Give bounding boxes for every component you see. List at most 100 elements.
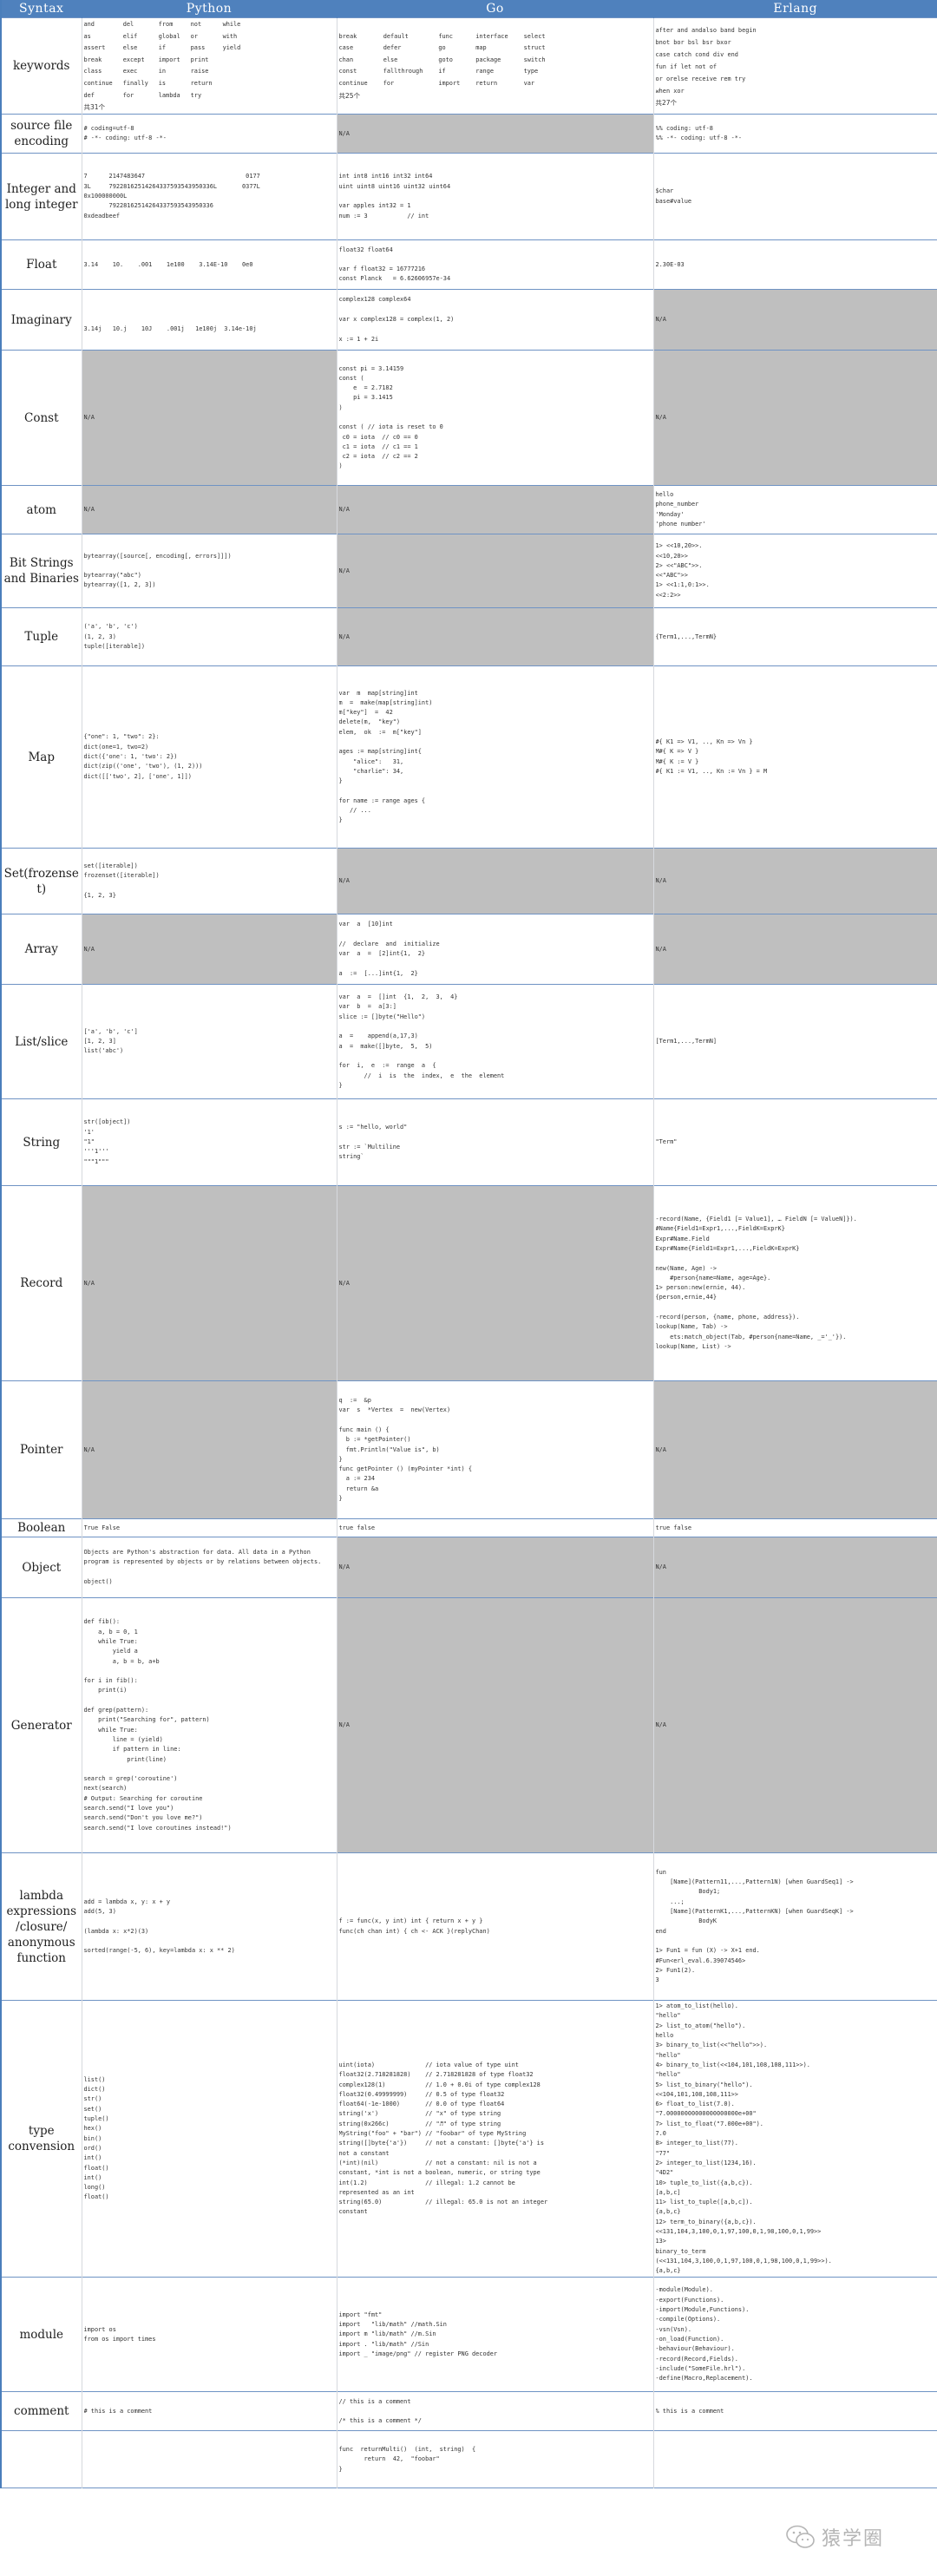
erlang-code: hello phone_number 'Monday' 'phone numbe… (655, 491, 706, 528)
python-cell: def fib(): a, b = 0, 1 while True: yield… (81, 1597, 337, 1853)
python-cell: N/A (81, 1185, 337, 1381)
erlang-code: N/A (655, 877, 666, 884)
python-code: N/A (83, 945, 95, 953)
go-code: // this is a comment /* this is a commen… (338, 2397, 422, 2425)
keyword: continue (83, 79, 113, 87)
erlang-cell: 1> <<10,20>>. <<10,20>> 2> <<"ABC">>. <<… (652, 534, 937, 608)
python-code: bytearray([source[, encoding[, errors]]]… (83, 552, 232, 589)
keyword: break (83, 56, 102, 63)
go-code: var a [10]int // declare and initialize … (338, 921, 440, 977)
keyword: switch (523, 56, 546, 63)
python-cell: N/A (81, 1380, 337, 1519)
keyword: import (438, 79, 461, 87)
row-object: Object Objects are Python's abstraction f… (1, 1537, 937, 1598)
row-atom: atom N/A N/A hello phone_number 'Monday' 'p… (1, 485, 937, 534)
keyword: def (83, 91, 95, 99)
keyword: and (83, 21, 95, 28)
python-code: ['a', 'b', 'c'] [1, 2, 3] list('abc') (83, 1027, 138, 1055)
python-cell: Objects are Python's abstraction for dat… (81, 1537, 337, 1598)
erlang-code: #{ K1 => V1, .., Kn => Vn } M#{ K => V }… (655, 738, 768, 775)
python-cell: add = lambda x, y: x + y add(5, 3) (lamb… (81, 1852, 337, 2001)
python-code: def fib(): a, b = 0, 1 while True: yield… (83, 1618, 232, 1832)
keyword: elif (122, 32, 138, 40)
row-label: Record (1, 1185, 82, 1381)
python-cell: N/A (81, 350, 337, 486)
python-code: N/A (83, 414, 95, 421)
go-cell: N/A (336, 534, 653, 608)
go-cell: break default func interface select case defer… (336, 17, 653, 115)
row-label: Array (1, 914, 82, 985)
row-comment: comment # this is a comment // this is a c… (1, 2391, 937, 2431)
keyword: or (190, 32, 198, 40)
python-cell: ('a', 'b', 'c') (1, 2, 3) tuple([iterabl… (81, 607, 337, 666)
go-code: N/A (338, 567, 350, 574)
keyword: if (158, 44, 167, 52)
keyword: map (475, 44, 487, 52)
go-cell: int int8 int16 int32 int64 uint uint8 ui… (336, 153, 653, 240)
keyword: not (190, 21, 202, 28)
row-tuple: Tuple ('a', 'b', 'c') (1, 2, 3) tuple([it… (1, 607, 937, 666)
row-label: String (1, 1098, 82, 1186)
erlang-cell: {Term1,...,TermN} (652, 607, 937, 666)
keyword: go (438, 44, 446, 52)
go-cell: true false (336, 1518, 653, 1537)
erlang-code: 1> <<10,20>>. <<10,20>> 2> <<"ABC">>. <<… (655, 542, 710, 599)
keyword: for (383, 79, 395, 87)
erlang-cell: -module(Module). -export(Functions). -im… (652, 2277, 937, 2392)
row-set-frozenset: Set(frozenset) set([iterable]) frozenset(… (1, 848, 937, 914)
header-go: Go (337, 0, 654, 18)
erlang-code: 1> atom_to_list(hello). "hello" 2> list_… (655, 2002, 832, 2275)
row-label: Const (1, 350, 82, 486)
erlang-cell: true false (652, 1518, 937, 1537)
go-cell: var m map[string]int m = make(map[string… (336, 665, 653, 849)
row-module: module import os from os import times impo… (1, 2277, 937, 2392)
row-label: keywords (1, 17, 82, 115)
keyword: for (122, 91, 134, 99)
erlang-cell: N/A (652, 350, 937, 486)
erlang-code: 2.30E-03 (655, 260, 685, 268)
keyword: default (383, 32, 409, 40)
row-record: Record N/A N/A -record(Name, {Field1 [= Val… (1, 1185, 937, 1381)
python-cell: N/A (81, 485, 337, 534)
keyword: struct (523, 44, 546, 52)
row-label: module (1, 2277, 82, 2392)
go-code: var m map[string]int m = make(map[string… (338, 689, 433, 824)
keyword: return (475, 79, 498, 87)
erlang-cell: N/A (652, 848, 937, 914)
python-code: str([object]) '1' "1" '''1''' """1""" (83, 1118, 131, 1165)
erlang-cell: 2.30E-03 (652, 239, 937, 290)
go-cell: float32 float64 var f float32 = 16777216… (336, 239, 653, 290)
keyword: try (190, 91, 202, 99)
keyword: raise (190, 68, 209, 75)
go-cell: var a = []int {1, 2, 3, 4} var b = a[3:]… (336, 984, 653, 1099)
python-code: {"one": 1, "two": 2}: dict(one=1, two=2)… (83, 733, 203, 780)
erlang-keywords: after and andalso band begin bnot bor bs… (655, 26, 757, 95)
header-row: Syntax Python Go Erlang (1, 0, 937, 18)
erlang-code: true false (655, 1524, 692, 1531)
python-code: True False (83, 1524, 121, 1531)
keyword: package (475, 56, 501, 63)
row-bit-strings-and-binaries: Bit Strings and Binaries bytearray([sourc… (1, 534, 937, 608)
row-label: Map (1, 665, 82, 849)
row-source-file-encoding: source file encoding # coding=utf-8 # -*-… (1, 114, 937, 154)
keyword: class (83, 68, 102, 75)
go-cell: var a [10]int // declare and initialize … (336, 914, 653, 985)
page: Syntax Python Go Erlang keywords and del f… (0, 0, 937, 2550)
python-cell: {"one": 1, "two": 2}: dict(one=1, two=2)… (81, 665, 337, 849)
erlang-code: N/A (655, 1563, 666, 1570)
go-cell: uint(iota) // iota value of type uint fl… (336, 2000, 653, 2278)
row-label: Integer and long integer (1, 153, 82, 240)
erlang-cell: N/A (652, 1380, 937, 1519)
python-cell: str([object]) '1' "1" '''1''' """1""" (81, 1098, 337, 1186)
keyword: select (523, 32, 546, 40)
row-label: atom (1, 485, 82, 534)
keyword (223, 90, 241, 102)
go-cell: const pi = 3.14159 const ( e = 2.7182 pi… (336, 350, 653, 486)
erlang-code: "Term" (655, 1138, 678, 1145)
python-cell: 3.14j 10.j 10J .001j 1e100j 3.14e-10j (81, 289, 337, 351)
go-cell: s := "hello, world" str := `Multiline st… (336, 1098, 653, 1186)
python-cell (81, 2430, 337, 2488)
python-keyword-count: 共31个 (83, 103, 106, 112)
go-cell: N/A (336, 1537, 653, 1598)
go-cell: func returnMulti() (int, string) { retur… (336, 2430, 653, 2488)
